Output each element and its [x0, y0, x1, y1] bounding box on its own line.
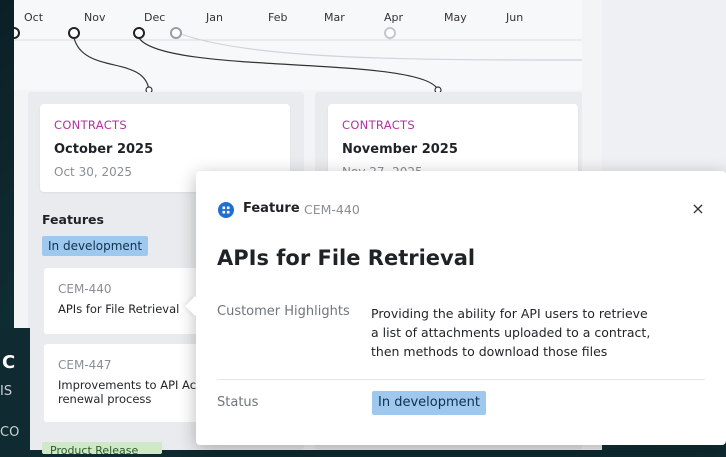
release-date: Oct 30, 2025 — [54, 165, 132, 179]
divider — [217, 379, 705, 380]
feature-key: CEM-447 — [58, 358, 112, 372]
feature-title-line2: renewal process — [58, 392, 152, 406]
background-text-fragment: CO — [0, 425, 20, 440]
field-label: Status — [217, 395, 259, 410]
section-title: Features — [42, 212, 104, 227]
side-panel — [602, 0, 726, 198]
feature-icon — [218, 202, 234, 218]
release-category: CONTRACTS — [54, 118, 127, 132]
timeline-graph — [14, 27, 582, 94]
timeline-node[interactable] — [384, 27, 396, 39]
background-text-fragment: C — [2, 352, 16, 373]
release-title: November 2025 — [342, 142, 458, 157]
timeline-node[interactable] — [133, 27, 145, 39]
timeline-node[interactable] — [14, 27, 20, 39]
status-badge: Product Release — [42, 442, 162, 457]
release-category: CONTRACTS — [342, 118, 415, 132]
background-text-fragment: IS — [0, 384, 13, 399]
field-value-line: a list of attachments uploaded to a cont… — [371, 325, 651, 340]
feature-detail-popover: Feature CEM-440 × APIs for File Retrieva… — [185, 171, 726, 445]
popover-type-label: Feature — [243, 201, 300, 216]
field-value-line: then methods to download those files — [371, 344, 608, 359]
field-value: Providing the ability for API users to r… — [371, 304, 691, 361]
field-label: Customer Highlights — [217, 304, 350, 319]
status-badge: In development — [42, 236, 149, 256]
feature-card[interactable]: CEM-447 Improvements to API Acc renewal … — [44, 344, 214, 422]
popover-title: APIs for File Retrieval — [217, 246, 476, 270]
feature-key: CEM-440 — [58, 282, 112, 296]
status-badge-label: Product Release — [50, 444, 139, 457]
timeline-node[interactable] — [68, 27, 80, 39]
feature-title-line1: Improvements to API Acc — [58, 378, 203, 392]
release-title: October 2025 — [54, 142, 154, 157]
popover-key: CEM-440 — [304, 202, 360, 217]
close-button[interactable]: × — [688, 199, 708, 219]
timeline-node[interactable] — [170, 27, 182, 39]
field-value-line: Providing the ability for API users to r… — [371, 306, 648, 321]
status-badge[interactable]: In development — [372, 391, 486, 415]
